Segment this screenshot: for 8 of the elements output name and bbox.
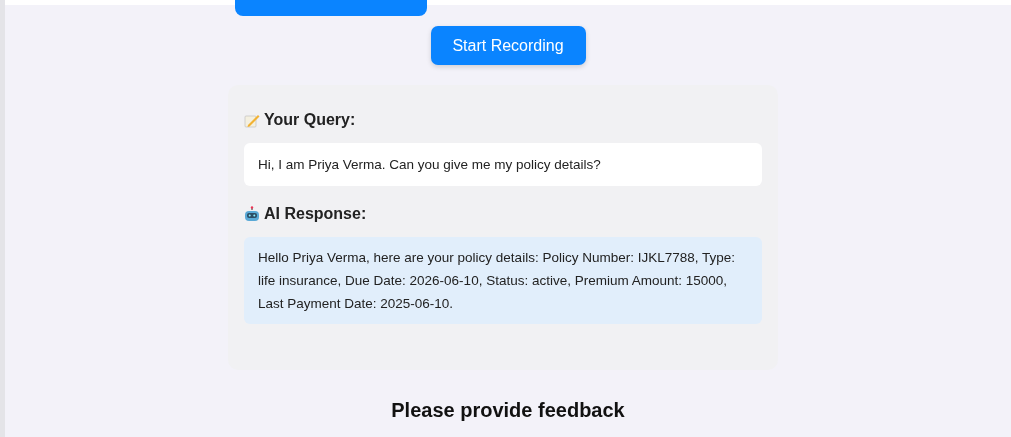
robot-icon <box>244 206 260 222</box>
query-heading: Your Query: <box>264 111 356 129</box>
feedback-heading: Please provide feedback <box>391 399 625 422</box>
query-text: Hi, I am Priya Verma. Can you give me my policy details? <box>244 143 762 186</box>
response-heading: AI Response: <box>264 205 367 223</box>
start-recording-button[interactable]: Start Recording <box>430 26 586 65</box>
memo-pencil-icon <box>244 112 260 128</box>
response-text: Hello Priya Verma, here are your policy details: Policy Number: IJKL7788, Type: life insurance, Due Date: 2026-06-10, Status: active, Premium Amount: 15000, Last Payment Date: 2025-06-10. <box>244 237 762 324</box>
